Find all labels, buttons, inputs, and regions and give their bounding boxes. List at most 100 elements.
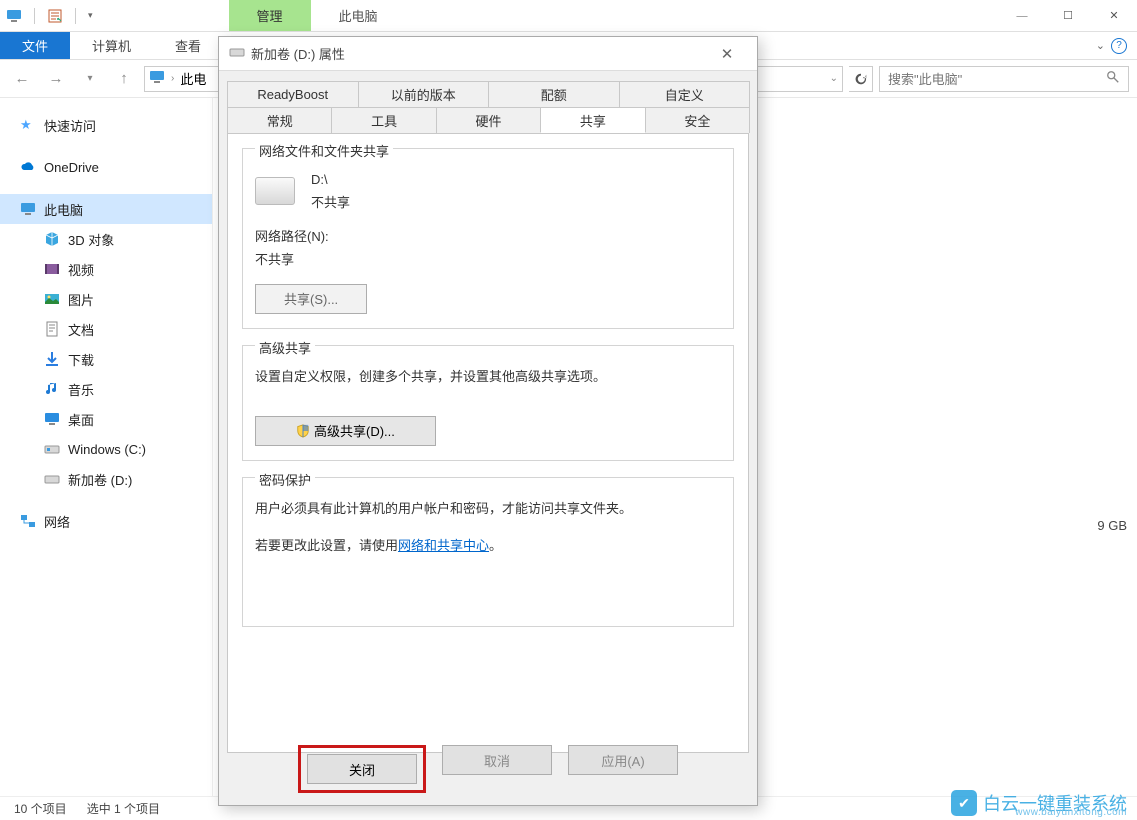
tree-music[interactable]: 音乐 bbox=[0, 374, 212, 404]
tree-label: 快速访问 bbox=[44, 116, 96, 135]
ribbon-expand-icon[interactable]: ⌄ bbox=[1096, 39, 1105, 52]
drive-size-fragment: 9 GB bbox=[1097, 518, 1127, 533]
nav-recent-icon[interactable]: ▾ bbox=[76, 65, 104, 93]
share-path: D:\ bbox=[311, 168, 350, 191]
tree-videos[interactable]: 视频 bbox=[0, 254, 212, 284]
shield-icon bbox=[296, 424, 310, 438]
status-selection: 选中 1 个项目 bbox=[87, 800, 160, 817]
search-input[interactable]: 搜索"此电脑" bbox=[879, 66, 1129, 92]
tab-security[interactable]: 安全 bbox=[645, 107, 750, 133]
tree-label: 图片 bbox=[68, 290, 94, 309]
drive-icon bbox=[44, 471, 60, 487]
tree-drive-d[interactable]: 新加卷 (D:) bbox=[0, 464, 212, 494]
tab-hardware[interactable]: 硬件 bbox=[436, 107, 541, 133]
cancel-button[interactable]: 取消 bbox=[442, 745, 552, 775]
dialog-titlebar[interactable]: 新加卷 (D:) 属性 ✕ bbox=[219, 37, 757, 71]
help-icon[interactable]: ? bbox=[1111, 38, 1127, 54]
tab-general[interactable]: 常规 bbox=[227, 107, 332, 133]
dialog-tabs: ReadyBoost 以前的版本 配额 自定义 常规 工具 硬件 共享 安全 bbox=[219, 71, 757, 133]
tree-label: OneDrive bbox=[44, 160, 99, 175]
tab-quota[interactable]: 配额 bbox=[488, 81, 620, 107]
button-label: 高级共享(D)... bbox=[314, 424, 395, 439]
password-line2: 若要更改此设置，请使用网络和共享中心。 bbox=[255, 534, 721, 557]
nav-back-button[interactable]: ← bbox=[8, 65, 36, 93]
tree-pictures[interactable]: 图片 bbox=[0, 284, 212, 314]
advanced-share-button[interactable]: 高级共享(D)... bbox=[255, 416, 436, 446]
tree-3d[interactable]: 3D 对象 bbox=[0, 224, 212, 254]
divider bbox=[34, 8, 35, 24]
breadcrumb-current[interactable]: 此电 bbox=[180, 69, 206, 88]
nav-forward-button[interactable]: → bbox=[42, 65, 70, 93]
highlight-annotation: 关闭 bbox=[298, 745, 426, 793]
nav-up-button[interactable]: ↑ bbox=[110, 65, 138, 93]
password-line1: 用户必须具有此计算机的用户帐户和密码，才能访问共享文件夹。 bbox=[255, 497, 721, 520]
dialog-footer: 关闭 取消 应用(A) bbox=[219, 745, 757, 793]
tab-customize[interactable]: 自定义 bbox=[619, 81, 751, 107]
pc-icon bbox=[6, 8, 22, 24]
pictures-icon bbox=[44, 291, 60, 307]
address-dropdown-icon[interactable]: ⌄ bbox=[830, 73, 838, 84]
tree-quick-access[interactable]: ★ 快速访问 bbox=[0, 110, 212, 140]
quick-access-toolbar: ▾ bbox=[0, 8, 99, 24]
watermark-url: www.baiyunxitong.com bbox=[1015, 807, 1127, 818]
nav-tree: ★快速访问 OneDrive 此电脑 3D 对象 视频 图片 文档 下载 音乐 … bbox=[0, 98, 213, 796]
tree-documents[interactable]: 文档 bbox=[0, 314, 212, 344]
tree-thispc[interactable]: 此电脑 bbox=[0, 194, 212, 224]
search-icon bbox=[1106, 70, 1120, 87]
group-title: 密码保护 bbox=[255, 470, 315, 489]
group-network-sharing: 网络文件和文件夹共享 D:\ 不共享 网络路径(N): 不共享 共享(S)... bbox=[242, 148, 734, 329]
properties-dialog: 新加卷 (D:) 属性 ✕ ReadyBoost 以前的版本 配额 自定义 常规… bbox=[218, 36, 758, 806]
close-button[interactable]: ✕ bbox=[1091, 0, 1137, 31]
tree-downloads[interactable]: 下载 bbox=[0, 344, 212, 374]
tree-drive-c[interactable]: Windows (C:) bbox=[0, 434, 212, 464]
star-icon: ★ bbox=[20, 117, 36, 133]
text: 若要更改此设置，请使用 bbox=[255, 538, 398, 553]
tab-previous-versions[interactable]: 以前的版本 bbox=[358, 81, 490, 107]
downloads-icon bbox=[44, 351, 60, 367]
music-icon bbox=[44, 381, 60, 397]
network-icon bbox=[20, 513, 36, 529]
tab-sharing[interactable]: 共享 bbox=[540, 107, 645, 133]
watermark-logo-icon: ✔ bbox=[951, 790, 977, 816]
refresh-button[interactable] bbox=[849, 66, 873, 92]
apply-button[interactable]: 应用(A) bbox=[568, 745, 678, 775]
properties-icon[interactable] bbox=[47, 8, 63, 24]
ribbon-view[interactable]: 查看 bbox=[153, 32, 223, 59]
close-button[interactable]: 关闭 bbox=[307, 754, 417, 784]
text: 。 bbox=[489, 538, 502, 553]
tree-label: Windows (C:) bbox=[68, 442, 146, 457]
tab-thispc[interactable]: 此电脑 bbox=[311, 0, 406, 31]
drive-image bbox=[255, 177, 295, 205]
tree-onedrive[interactable]: OneDrive bbox=[0, 152, 212, 182]
network-center-link[interactable]: 网络和共享中心 bbox=[398, 538, 489, 553]
cloud-icon bbox=[20, 159, 36, 175]
netpath-value: 不共享 bbox=[255, 248, 721, 271]
tree-desktop[interactable]: 桌面 bbox=[0, 404, 212, 434]
pc-icon bbox=[20, 201, 36, 217]
share-state: 不共享 bbox=[311, 191, 350, 214]
dialog-close-button[interactable]: ✕ bbox=[707, 45, 747, 63]
ribbon-file[interactable]: 文件 bbox=[0, 32, 70, 59]
tab-tools[interactable]: 工具 bbox=[331, 107, 436, 133]
group-title: 高级共享 bbox=[255, 338, 315, 357]
tree-label: 文档 bbox=[68, 320, 94, 339]
minimize-button[interactable]: — bbox=[999, 0, 1045, 31]
tab-readyboost[interactable]: ReadyBoost bbox=[227, 81, 359, 107]
group-title: 网络文件和文件夹共享 bbox=[255, 141, 393, 160]
group-advanced-sharing: 高级共享 设置自定义权限，创建多个共享，并设置其他高级共享选项。 高级共享(D)… bbox=[242, 345, 734, 461]
ribbon-right: ⌄ ? bbox=[1096, 32, 1137, 59]
status-count: 10 个项目 bbox=[14, 800, 67, 817]
drive-icon bbox=[229, 44, 245, 63]
3d-icon bbox=[44, 231, 60, 247]
search-placeholder: 搜索"此电脑" bbox=[888, 69, 962, 88]
tab-manage[interactable]: 管理 bbox=[229, 0, 311, 31]
drive-icon bbox=[44, 441, 60, 457]
dialog-title: 新加卷 (D:) 属性 bbox=[251, 44, 345, 63]
share-button[interactable]: 共享(S)... bbox=[255, 284, 367, 314]
qat-dropdown-icon[interactable]: ▾ bbox=[88, 10, 93, 21]
maximize-button[interactable]: ☐ bbox=[1045, 0, 1091, 31]
ribbon-computer[interactable]: 计算机 bbox=[70, 32, 153, 59]
tree-network[interactable]: 网络 bbox=[0, 506, 212, 536]
desktop-icon bbox=[44, 411, 60, 427]
tree-label: 此电脑 bbox=[44, 200, 83, 219]
